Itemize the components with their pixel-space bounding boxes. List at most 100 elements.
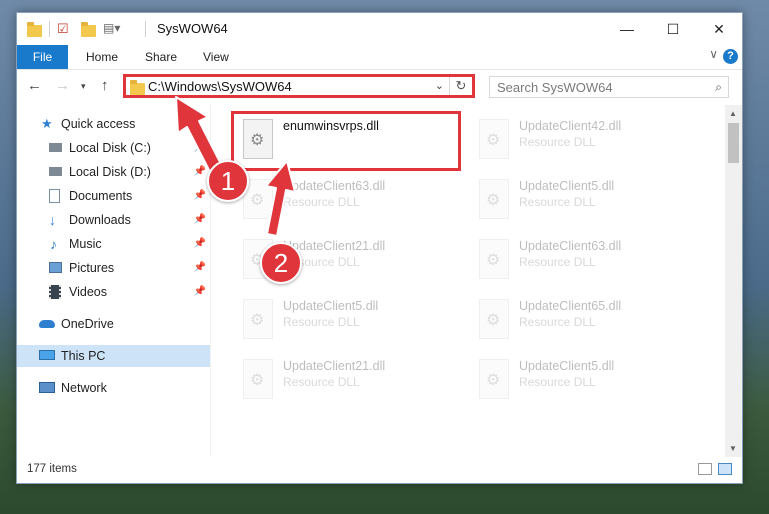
- scroll-up-icon[interactable]: ▲: [729, 109, 737, 118]
- sidebar-item-videos[interactable]: Videos 📌: [17, 281, 210, 303]
- file-tile[interactable]: UpdateClient63.dll Resource DLL: [233, 171, 453, 227]
- sidebar-item-downloads[interactable]: ↓ Downloads 📌: [17, 209, 210, 231]
- file-type: Resource DLL: [519, 195, 596, 209]
- navigation-bar: ← → ▾ ↑ C:\Windows\SysWOW64 ⌄ ↻ Search S…: [17, 70, 742, 104]
- pin-icon[interactable]: 📌: [194, 185, 206, 207]
- file-name: UpdateClient5.dll: [283, 299, 379, 313]
- pin-icon[interactable]: 📌: [194, 209, 206, 231]
- details-view-icon[interactable]: [698, 463, 712, 475]
- pin-icon[interactable]: 📌: [194, 257, 206, 279]
- address-bar[interactable]: C:\Windows\SysWOW64 ⌄ ↻: [123, 74, 475, 98]
- new-folder-icon[interactable]: [81, 22, 96, 37]
- file-name: UpdateClient63.dll: [283, 179, 386, 193]
- sidebar-item-this-pc[interactable]: This PC: [17, 345, 210, 367]
- status-bar: 177 items: [17, 457, 742, 483]
- vertical-scrollbar[interactable]: ▲ ▼: [725, 105, 742, 457]
- chevron-down-icon[interactable]: ⌄: [435, 79, 444, 92]
- tab-view[interactable]: View: [203, 45, 229, 69]
- back-arrow-icon[interactable]: ←: [27, 77, 42, 94]
- sidebar-item-local-disk-d[interactable]: Local Disk (D:) 📌: [17, 161, 210, 183]
- sidebar-item-label: This PC: [61, 349, 106, 363]
- file-tile[interactable]: UpdateClient63.dll Resource DLL: [469, 231, 689, 287]
- sidebar-item-label: Quick access: [61, 117, 136, 131]
- file-tile[interactable]: UpdateClient5.dll Resource DLL: [469, 171, 689, 227]
- onedrive-icon: [39, 320, 55, 328]
- properties-icon[interactable]: ☑: [57, 21, 73, 37]
- drive-icon: [49, 143, 62, 152]
- recent-locations-icon[interactable]: ▾: [81, 81, 86, 92]
- ribbon-tabs: File Home Share View ∨ ?: [17, 45, 742, 70]
- pin-icon[interactable]: 📌: [194, 161, 206, 183]
- expand-ribbon-icon[interactable]: ∨: [709, 47, 718, 61]
- sidebar-item-onedrive[interactable]: OneDrive: [17, 313, 210, 335]
- file-tile[interactable]: UpdateClient42.dll Resource DLL: [469, 111, 689, 167]
- file-tile[interactable]: UpdateClient21.dll Resource DLL: [233, 351, 453, 407]
- maximize-button[interactable]: ☐: [650, 13, 696, 45]
- refresh-icon[interactable]: ↻: [449, 77, 472, 95]
- scroll-down-icon[interactable]: ▼: [729, 444, 737, 453]
- star-icon: ★: [41, 116, 53, 131]
- network-icon: [39, 382, 55, 393]
- search-placeholder: Search SysWOW64: [497, 80, 613, 95]
- sidebar-item-label: Network: [61, 381, 107, 395]
- file-tile[interactable]: UpdateClient5.dll Resource DLL: [233, 291, 453, 347]
- scrollbar-thumb[interactable]: [728, 123, 739, 163]
- minimize-button[interactable]: —: [604, 13, 650, 45]
- file-tile[interactable]: UpdateClient65.dll Resource DLL: [469, 291, 689, 347]
- window-title: SysWOW64: [157, 21, 228, 36]
- large-icons-view-icon[interactable]: [718, 463, 732, 475]
- navigation-pane: ★ Quick access Local Disk (C:) 📌 Local D…: [17, 105, 210, 457]
- folder-icon: [27, 22, 42, 37]
- sidebar-item-documents[interactable]: Documents 📌: [17, 185, 210, 207]
- help-icon[interactable]: ?: [723, 49, 738, 64]
- search-icon[interactable]: ⌕: [715, 80, 722, 95]
- downloads-icon: ↓: [49, 212, 56, 228]
- file-explorer-window: ☑ ▤▾ SysWOW64 — ☐ ✕ File Home Share View…: [16, 12, 743, 484]
- pin-icon[interactable]: 📌: [194, 137, 206, 159]
- sidebar-item-music[interactable]: ♪ Music 📌: [17, 233, 210, 255]
- file-type: Resource DLL: [283, 375, 360, 389]
- file-tile[interactable]: UpdateClient5.dll Resource DLL: [469, 351, 689, 407]
- tab-share[interactable]: Share: [145, 45, 177, 69]
- sidebar-item-pictures[interactable]: Pictures 📌: [17, 257, 210, 279]
- file-type: Resource DLL: [519, 375, 596, 389]
- sidebar-item-local-disk-c[interactable]: Local Disk (C:) 📌: [17, 137, 210, 159]
- sidebar-item-label: Videos: [69, 285, 107, 299]
- documents-icon: [49, 189, 60, 203]
- up-arrow-icon[interactable]: ↑: [101, 77, 109, 94]
- address-path[interactable]: C:\Windows\SysWOW64: [148, 79, 292, 94]
- file-name: UpdateClient21.dll: [283, 359, 386, 373]
- dll-file-icon: [243, 299, 273, 339]
- file-name: UpdateClient65.dll: [519, 299, 622, 313]
- computer-icon: [39, 350, 55, 360]
- dll-file-icon: [479, 179, 509, 219]
- dll-file-icon: [479, 359, 509, 399]
- file-type: Resource DLL: [519, 315, 596, 329]
- customize-toolbar-icon[interactable]: ▤▾: [103, 21, 120, 37]
- tab-file[interactable]: File: [17, 45, 68, 69]
- forward-arrow-icon[interactable]: →: [55, 77, 70, 94]
- file-name: UpdateClient42.dll: [519, 119, 622, 133]
- sidebar-item-quick-access[interactable]: ★ Quick access: [17, 113, 210, 135]
- tab-home[interactable]: Home: [86, 45, 118, 69]
- sidebar-item-network[interactable]: Network: [17, 377, 210, 399]
- sidebar-item-label: Music: [69, 237, 102, 251]
- highlight-box: [231, 111, 461, 171]
- sidebar-item-label: OneDrive: [61, 317, 114, 331]
- file-type: Resource DLL: [283, 195, 360, 209]
- file-name: UpdateClient5.dll: [519, 179, 615, 193]
- pin-icon[interactable]: 📌: [194, 281, 206, 303]
- sidebar-item-label: Local Disk (D:): [69, 165, 151, 179]
- close-button[interactable]: ✕: [696, 13, 742, 45]
- folder-icon: [130, 80, 145, 95]
- search-input[interactable]: Search SysWOW64 ⌕: [489, 76, 729, 98]
- pictures-icon: [49, 262, 62, 273]
- file-type: Resource DLL: [519, 255, 596, 269]
- pin-icon[interactable]: 📌: [194, 233, 206, 255]
- sidebar-item-label: Documents: [69, 189, 133, 203]
- sidebar-item-label: Local Disk (C:): [69, 141, 151, 155]
- divider: [145, 21, 146, 37]
- music-icon: ♪: [50, 236, 57, 252]
- item-count: 177 items: [27, 463, 77, 475]
- step-1-badge: 1: [207, 160, 249, 202]
